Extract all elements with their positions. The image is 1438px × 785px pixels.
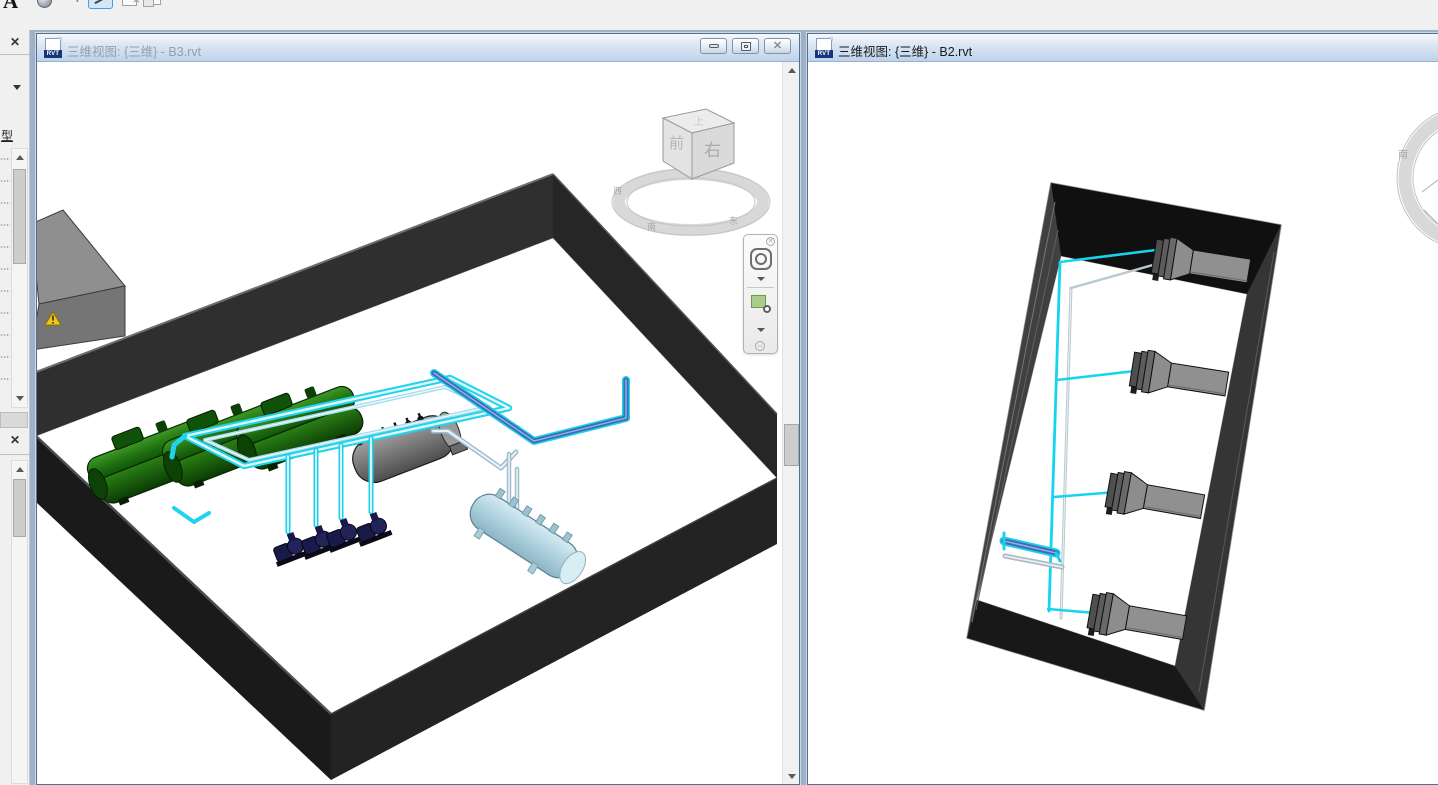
viewcube-compass-ring[interactable] <box>619 174 763 230</box>
minimize-button[interactable] <box>700 38 727 54</box>
scrollbar-thumb[interactable] <box>784 424 799 466</box>
rvt-file-icon: RVT <box>816 38 832 57</box>
zoom-region-icon[interactable] <box>751 295 766 308</box>
type-selector-dropdown-icon[interactable] <box>13 85 21 90</box>
thin-lines-toggle[interactable] <box>88 0 113 9</box>
window-title: 三维视图: {三维} - B3.rvt <box>67 41 201 60</box>
scroll-up-icon[interactable] <box>783 62 799 78</box>
rvt-file-icon: RVT <box>45 38 61 57</box>
view-window-b2: RVT 三维视图: {三维} - B2.rvt <box>807 33 1438 785</box>
adjacent-block[interactable] <box>37 210 125 350</box>
sphere-icon[interactable] <box>37 0 52 8</box>
viewcube[interactable]: 西 南 东 上 前 右 <box>611 102 776 240</box>
panel-footer-cell <box>0 412 28 428</box>
compass-east-label: 东 <box>729 215 738 226</box>
zoom-dropdown-icon[interactable] <box>757 328 765 332</box>
scroll-up-icon[interactable] <box>12 150 27 165</box>
drawing-area-b2: 南 <box>808 62 1438 784</box>
compass-south-label: 南 <box>1398 148 1408 161</box>
browser-scrollbar[interactable] <box>11 460 28 784</box>
steering-wheel-icon[interactable] <box>750 248 772 270</box>
scroll-down-icon[interactable] <box>783 768 799 784</box>
revit-workspace: A + ✕ ✕ 型 ✕ RVT 三维视图: { <box>0 0 1438 785</box>
ribbon-bottom-strip: A + ✕ <box>0 0 1438 30</box>
properties-scrollbar[interactable] <box>11 148 28 408</box>
scroll-down-icon[interactable] <box>12 391 27 406</box>
cascade-windows-icon[interactable] <box>147 0 161 5</box>
text-annotation-icon[interactable]: A <box>3 0 18 14</box>
vertical-scrollbar[interactable] <box>782 62 799 784</box>
model-view-b2[interactable]: 南 <box>808 62 1438 784</box>
compass-south-label: 南 <box>647 221 656 232</box>
window-titlebar[interactable]: RVT 三维视图: {三维} - B3.rvt ✕ <box>37 34 799 62</box>
navbar-collapse-icon[interactable]: − <box>755 341 765 351</box>
compass-west-label: 西 <box>613 186 622 196</box>
close-hidden-windows-icon[interactable]: ✕ <box>122 0 137 6</box>
scroll-up-icon[interactable] <box>12 462 27 477</box>
scrollbar-thumb[interactable] <box>13 479 26 537</box>
wheel-dropdown-icon[interactable] <box>757 277 765 281</box>
panel-divider <box>0 54 30 55</box>
property-row-separators <box>0 150 10 400</box>
viewcube-compass-partial[interactable]: 南 <box>1397 106 1438 250</box>
window-title: 三维视图: {三维} - B2.rvt <box>838 41 972 60</box>
drawing-area-b3: 西 南 东 上 前 右 ✕ − <box>37 62 799 784</box>
navbar-close-icon[interactable]: ✕ <box>766 237 775 246</box>
viewcube-front-label: 前 <box>669 135 684 152</box>
add-icon[interactable]: + <box>73 0 82 7</box>
view-window-b3: RVT 三维视图: {三维} - B3.rvt ✕ <box>36 33 800 785</box>
viewcube-right-label: 右 <box>704 141 721 160</box>
close-button[interactable]: ✕ <box>764 38 791 54</box>
window-titlebar[interactable]: RVT 三维视图: {三维} - B2.rvt <box>808 34 1438 62</box>
viewcube-top-label: 上 <box>694 116 704 128</box>
docked-panel-edge: ✕ 型 ✕ <box>0 30 30 785</box>
properties-panel-close-button[interactable]: ✕ <box>4 34 26 51</box>
restore-button[interactable] <box>732 38 759 54</box>
scrollbar-thumb[interactable] <box>13 169 26 264</box>
panel-divider <box>0 454 30 455</box>
project-browser-close-button[interactable]: ✕ <box>4 432 26 449</box>
navbar-divider <box>747 287 774 288</box>
edit-type-link[interactable]: 型 <box>1 127 13 144</box>
navigation-bar: ✕ − <box>743 234 778 354</box>
